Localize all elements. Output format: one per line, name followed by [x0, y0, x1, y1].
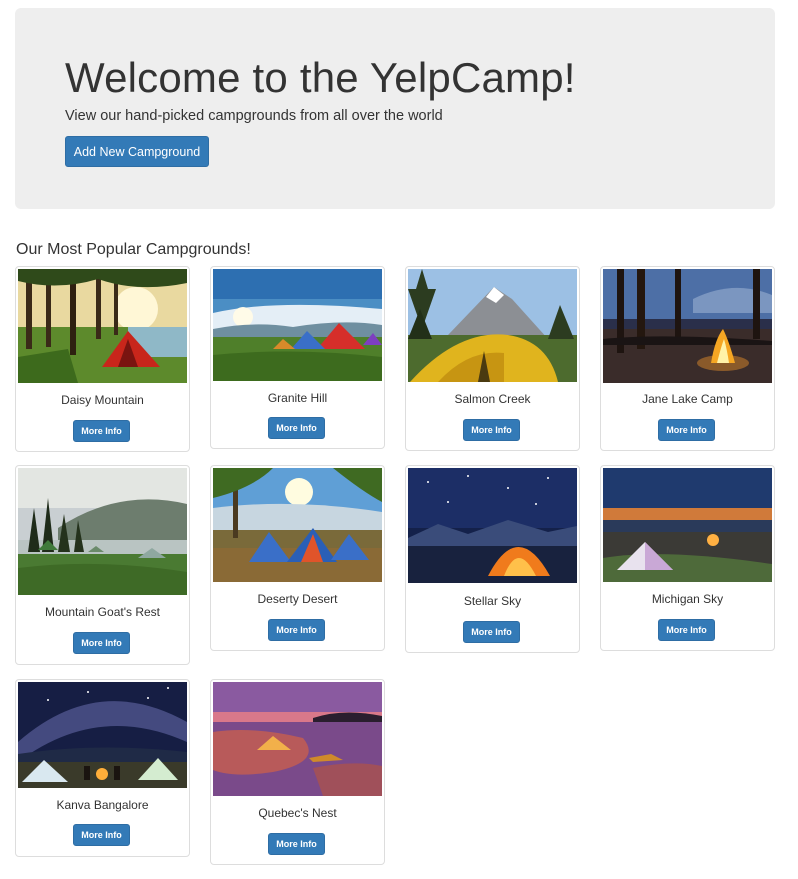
- tents-on-meadow-image[interactable]: [213, 269, 382, 381]
- campground-name: Jane Lake Camp: [642, 392, 733, 406]
- forest-tent-sunrise-image[interactable]: [18, 269, 187, 383]
- more-info-button[interactable]: More Info: [73, 632, 130, 654]
- campground-card: Jane Lake Camp More Info: [600, 266, 775, 451]
- glowing-tent-starry-sky-image[interactable]: [408, 468, 577, 583]
- campground-name: Daisy Mountain: [61, 393, 144, 407]
- page-title: Welcome to the YelpCamp!: [65, 54, 576, 101]
- more-info-button[interactable]: More Info: [268, 417, 325, 439]
- campground-name: Stellar Sky: [463, 594, 522, 608]
- yellow-tent-mountain-image[interactable]: [408, 269, 577, 382]
- campground-card: Salmon Creek More Info: [405, 266, 580, 451]
- campground-card: Mountain Goat's Rest More Info: [15, 465, 190, 665]
- more-info-button[interactable]: More Info: [463, 621, 520, 643]
- more-info-button[interactable]: More Info: [73, 824, 130, 846]
- campground-name: Mountain Goat's Rest: [44, 605, 160, 619]
- more-info-button[interactable]: More Info: [268, 833, 325, 855]
- more-info-button[interactable]: More Info: [73, 420, 130, 442]
- more-info-button[interactable]: More Info: [268, 619, 325, 641]
- campground-card: Stellar Sky More Info: [405, 465, 580, 653]
- more-info-button[interactable]: More Info: [658, 419, 715, 441]
- campground-name: Quebec's Nest: [258, 806, 337, 820]
- campground-name: Michigan Sky: [651, 592, 724, 606]
- jumbotron-header: Welcome to the YelpCamp! View our hand-p…: [15, 8, 775, 209]
- lake-valley-tents-image[interactable]: [18, 468, 187, 595]
- page-subtitle: View our hand-picked campgrounds from al…: [65, 108, 443, 124]
- campground-name: Granite Hill: [267, 391, 328, 405]
- campground-card: Granite Hill More Info: [210, 266, 385, 449]
- tent-dusk-shore-image[interactable]: [603, 468, 772, 582]
- campground-name: Salmon Creek: [454, 392, 531, 406]
- colorful-tents-sunburst-image[interactable]: [213, 468, 382, 582]
- campground-card: Deserty Desert More Info: [210, 465, 385, 651]
- more-info-button[interactable]: More Info: [463, 419, 520, 441]
- milky-way-campers-image[interactable]: [18, 682, 187, 788]
- campground-card: Kanva Bangalore More Info: [15, 679, 190, 857]
- campfire-night-image[interactable]: [603, 269, 772, 383]
- more-info-button[interactable]: More Info: [658, 619, 715, 641]
- campground-card: Quebec's Nest More Info: [210, 679, 385, 865]
- campground-name: Kanva Bangalore: [56, 798, 149, 812]
- campground-name: Deserty Desert: [257, 592, 338, 606]
- campground-card: Daisy Mountain More Info: [15, 266, 190, 452]
- section-heading: Our Most Popular Campgrounds!: [16, 241, 251, 258]
- add-new-campground-button[interactable]: Add New Campground: [65, 136, 209, 167]
- lakeside-tent-sunset-image[interactable]: [213, 682, 382, 796]
- campground-card: Michigan Sky More Info: [600, 465, 775, 651]
